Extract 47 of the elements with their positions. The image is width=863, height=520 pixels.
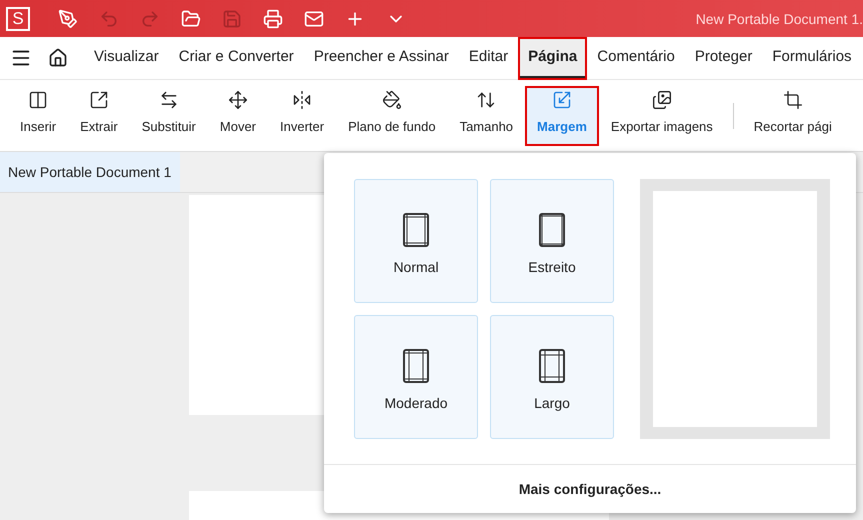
undo-icon bbox=[99, 8, 119, 28]
printer-icon bbox=[263, 8, 283, 28]
extract-icon bbox=[88, 90, 109, 110]
move-icon bbox=[228, 90, 248, 110]
margin-preset-button[interactable]: Normal bbox=[354, 179, 478, 303]
toolbar-button[interactable]: Plano de fundo bbox=[336, 86, 448, 146]
flip-icon bbox=[292, 90, 312, 110]
menu-tab[interactable]: Preencher e Assinar bbox=[304, 36, 459, 80]
folder-icon bbox=[181, 8, 201, 28]
menu-tab[interactable]: Formulários bbox=[762, 36, 862, 80]
menu-tab[interactable]: Proteger bbox=[684, 36, 762, 80]
toolbar-button[interactable]: Tamanho bbox=[448, 86, 526, 146]
page-margin-icon bbox=[403, 348, 429, 382]
menu-tab[interactable]: Visualizar bbox=[84, 36, 169, 80]
page-margin-icon bbox=[539, 212, 565, 246]
toolbar-button[interactable]: Extrair bbox=[68, 86, 130, 146]
page-margin-icon bbox=[539, 348, 565, 382]
replace-icon bbox=[158, 90, 179, 110]
images-icon bbox=[652, 90, 672, 110]
menu-tab[interactable]: Editar bbox=[458, 36, 518, 80]
margin-preset-button[interactable]: Largo bbox=[490, 315, 614, 439]
crop-icon bbox=[782, 90, 803, 110]
toolbar-button[interactable]: Margem bbox=[525, 86, 599, 146]
mail-icon bbox=[304, 8, 324, 28]
save-icon bbox=[222, 8, 242, 28]
menu-tab[interactable]: Criar e Converter bbox=[168, 36, 304, 80]
toolbar-button[interactable]: Substituir bbox=[130, 86, 208, 146]
more-settings-link[interactable]: Mais configurações... bbox=[518, 481, 662, 497]
paint-bucket-icon bbox=[382, 90, 402, 110]
toolbar-button[interactable]: Inverter bbox=[268, 86, 336, 146]
menu-tab[interactable]: Comentário bbox=[587, 36, 685, 80]
margin-preset-button[interactable]: Moderado bbox=[354, 315, 478, 439]
home-icon bbox=[48, 48, 68, 68]
document-tab[interactable]: New Portable Document 1 bbox=[0, 152, 180, 192]
pen-icon bbox=[58, 8, 78, 28]
app-logo: S bbox=[6, 6, 30, 30]
home-button[interactable] bbox=[48, 48, 68, 68]
menu-tab[interactable]: Página bbox=[518, 36, 588, 80]
page-margin-icon bbox=[403, 212, 429, 246]
margin-preset-button[interactable]: Estreito bbox=[490, 179, 614, 303]
redo-icon bbox=[140, 8, 160, 28]
window-title: New Portable Document 1. bbox=[696, 10, 863, 26]
toolbar-button[interactable]: Recortar pági bbox=[742, 86, 844, 146]
toolbar-button[interactable]: Exportar imagens bbox=[598, 86, 725, 146]
resize-icon bbox=[476, 90, 496, 110]
toolbar-button[interactable]: Inserir bbox=[8, 86, 68, 146]
toolbar-button[interactable]: Mover bbox=[208, 86, 268, 146]
